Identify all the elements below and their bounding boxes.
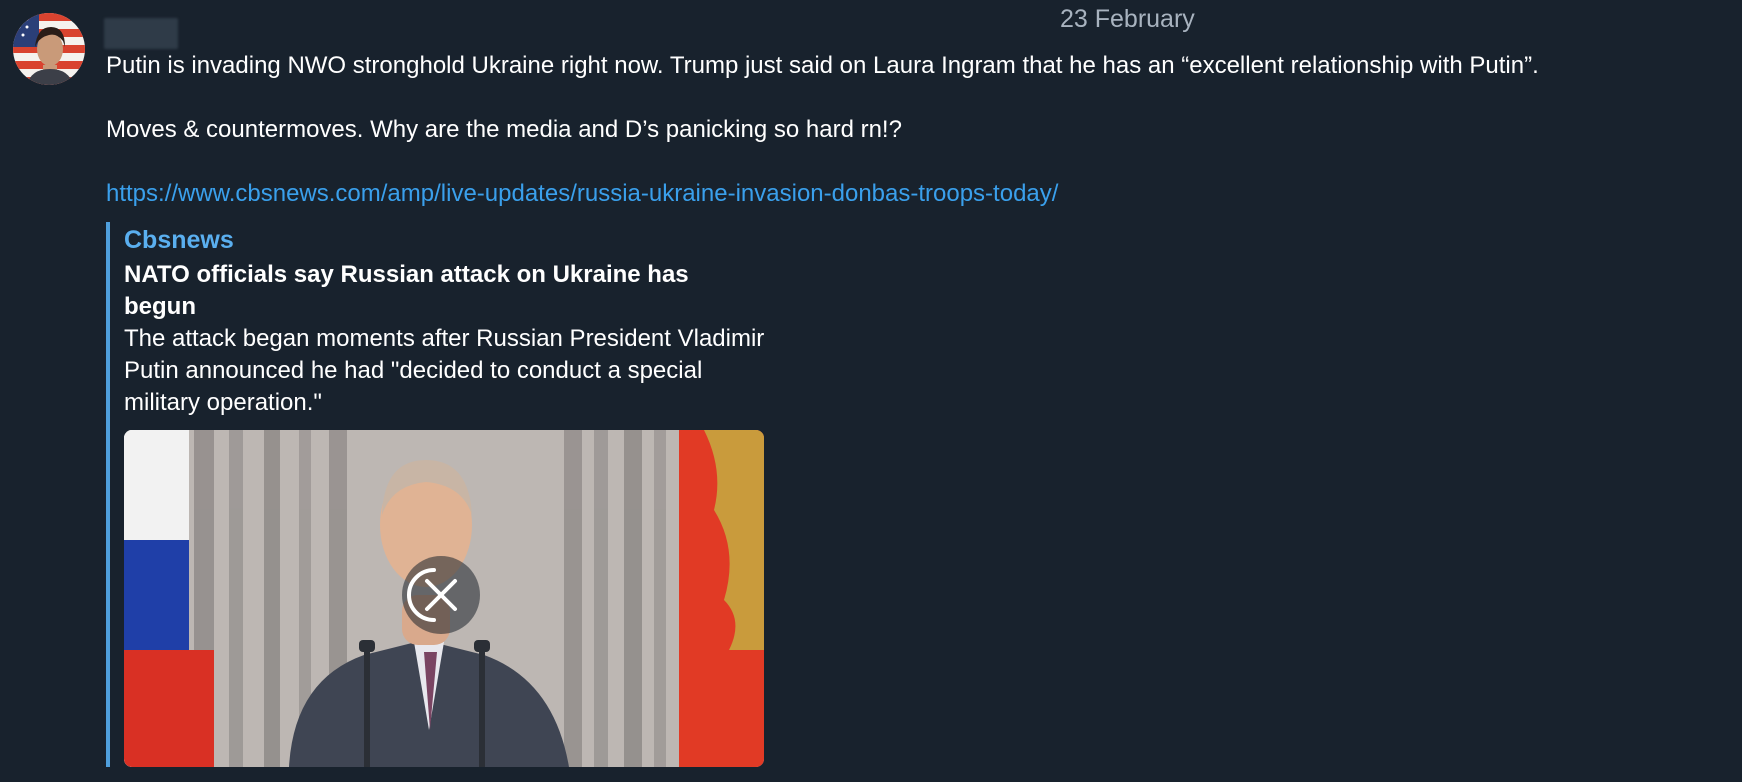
preview-site-name: Cbsnews xyxy=(124,226,234,254)
sender-name-redacted[interactable] xyxy=(104,18,178,49)
avatar[interactable] xyxy=(13,13,85,85)
message-text-line-2: Moves & countermoves. Why are the media … xyxy=(106,116,902,143)
preview-title: NATO officials say Russian attack on Ukr… xyxy=(124,261,689,320)
message-text-line-1: Putin is invading NWO stronghold Ukraine… xyxy=(106,52,1539,79)
message-body: Putin is invading NWO stronghold Ukraine… xyxy=(106,50,1736,210)
message-link[interactable]: https://www.cbsnews.com/amp/live-updates… xyxy=(106,180,1058,207)
preview-description: The attack began moments after Russian P… xyxy=(124,325,765,416)
close-icon xyxy=(407,568,457,622)
user-avatar-image xyxy=(13,13,85,85)
download-cancel-button[interactable] xyxy=(402,556,480,634)
link-preview[interactable]: Cbsnews NATO officials say Russian attac… xyxy=(106,222,766,767)
message-date: 23 February xyxy=(1060,5,1195,33)
